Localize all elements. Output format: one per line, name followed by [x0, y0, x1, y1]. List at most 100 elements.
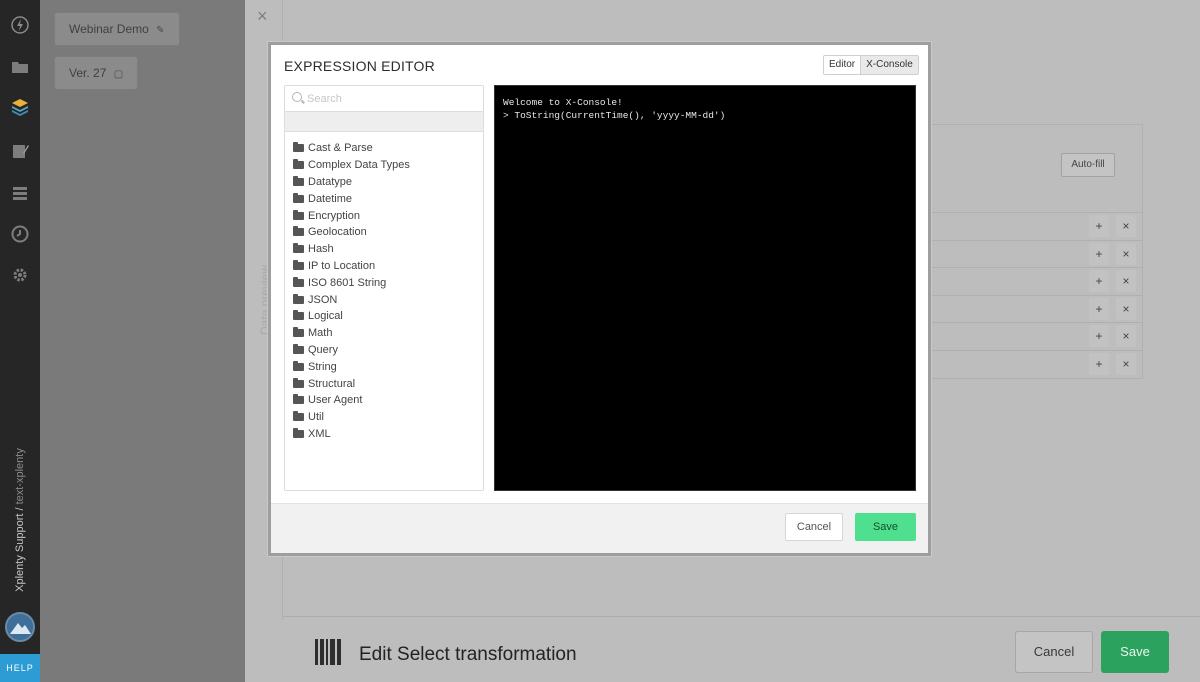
- folder-icon: [293, 226, 304, 237]
- x-console[interactable]: Welcome to X-Console! > ToString(Current…: [494, 85, 916, 491]
- list-icon[interactable]: [9, 182, 31, 204]
- package-column: Webinar Demo ✎ Ver. 27 ▢: [40, 0, 245, 682]
- list-item[interactable]: XML: [285, 426, 483, 443]
- list-item[interactable]: Structural: [285, 375, 483, 392]
- search-icon: [292, 92, 302, 102]
- list-item[interactable]: Geolocation: [285, 224, 483, 241]
- remove-row-button[interactable]: ×: [1116, 325, 1136, 347]
- gear-icon[interactable]: [9, 264, 31, 286]
- remove-row-button[interactable]: ×: [1116, 270, 1136, 292]
- select-transform-icon: [315, 639, 341, 665]
- category-label: Hash: [308, 243, 334, 256]
- modal-cancel-button[interactable]: Cancel: [785, 513, 843, 541]
- org-sub: text-xplenty: [14, 448, 26, 505]
- add-row-button[interactable]: +: [1089, 297, 1109, 320]
- save-button[interactable]: Save: [1101, 631, 1169, 673]
- list-item[interactable]: Util: [285, 409, 483, 426]
- list-item[interactable]: Encryption: [285, 207, 483, 224]
- category-label: JSON: [308, 293, 338, 306]
- tab-editor[interactable]: Editor: [824, 56, 861, 74]
- list-item[interactable]: Datatype: [285, 174, 483, 191]
- list-item[interactable]: Datetime: [285, 190, 483, 207]
- layers-icon[interactable]: [9, 96, 31, 118]
- remove-row-button[interactable]: ×: [1116, 242, 1136, 265]
- list-item[interactable]: Hash: [285, 241, 483, 258]
- category-label: Math: [308, 327, 333, 340]
- list-item[interactable]: ISO 8601 String: [285, 274, 483, 291]
- folder-icon: [293, 192, 304, 203]
- left-rail: Xplenty Support / text-xplenty HELP: [0, 0, 40, 682]
- folder-icon[interactable]: [9, 56, 31, 78]
- category-label: Encryption: [308, 209, 360, 222]
- console-line: > ToString(CurrentTime(), 'yyyy-MM-dd'): [503, 110, 726, 121]
- folder-icon: [293, 377, 304, 388]
- modal-title: EXPRESSION EDITOR: [284, 58, 435, 74]
- add-row-button[interactable]: +: [1089, 215, 1109, 237]
- folder-icon: [293, 411, 304, 422]
- package-version: Ver. 27: [69, 66, 107, 80]
- list-item[interactable]: Cast & Parse: [285, 140, 483, 157]
- category-label: IP to Location: [308, 259, 376, 272]
- folder-icon: [293, 310, 304, 321]
- category-label: Structural: [308, 377, 356, 390]
- bolt-icon[interactable]: [9, 14, 31, 36]
- folder-icon: [293, 175, 304, 186]
- list-item[interactable]: Math: [285, 325, 483, 342]
- category-label: ISO 8601 String: [308, 276, 387, 289]
- folder-icon: [293, 142, 304, 153]
- search-box: [285, 86, 483, 112]
- remove-row-button[interactable]: ×: [1116, 352, 1136, 375]
- package-name: Webinar Demo: [69, 22, 149, 36]
- category-label: Cast & Parse: [308, 142, 373, 155]
- list-item[interactable]: Query: [285, 342, 483, 359]
- list-item[interactable]: Complex Data Types: [285, 157, 483, 174]
- modal-save-button[interactable]: Save: [855, 513, 916, 541]
- add-row-button[interactable]: +: [1089, 352, 1109, 375]
- autofill-button[interactable]: Auto-fill: [1061, 153, 1115, 177]
- pencil-icon[interactable]: ✎: [156, 25, 164, 36]
- category-label: Datetime: [308, 192, 353, 205]
- add-row-button[interactable]: +: [1089, 270, 1109, 292]
- list-header: [285, 112, 483, 132]
- tab-x-console[interactable]: X-Console: [860, 56, 918, 74]
- category-label: Logical: [308, 310, 343, 323]
- category-list: Cast & Parse Complex Data Types Datatype Da…: [285, 132, 483, 442]
- org-name: Xplenty Support /: [14, 507, 26, 592]
- category-label: User Agent: [308, 394, 363, 407]
- mode-toggle: Editor X-Console: [823, 55, 919, 75]
- category-label: Datatype: [308, 175, 353, 188]
- expression-editor-modal: EXPRESSION EDITOR Editor X-Console Cast …: [268, 42, 931, 556]
- remove-row-button[interactable]: ×: [1116, 297, 1136, 320]
- folder-icon: [293, 394, 304, 405]
- list-item[interactable]: Logical: [285, 308, 483, 325]
- org-label[interactable]: Xplenty Support / text-xplenty: [2, 430, 38, 610]
- copy-icon[interactable]: ▢: [114, 69, 123, 80]
- help-button[interactable]: HELP: [0, 654, 40, 682]
- avatar[interactable]: [5, 612, 35, 642]
- category-label: Geolocation: [308, 226, 367, 239]
- list-item[interactable]: IP to Location: [285, 258, 483, 275]
- edit-icon[interactable]: [9, 140, 31, 162]
- folder-icon: [293, 276, 304, 287]
- clock-icon[interactable]: [9, 223, 31, 245]
- search-input[interactable]: [307, 89, 477, 108]
- folder-icon: [293, 209, 304, 220]
- list-item[interactable]: String: [285, 358, 483, 375]
- function-list: Cast & Parse Complex Data Types Datatype Da…: [284, 85, 484, 491]
- cancel-button[interactable]: Cancel: [1015, 631, 1093, 673]
- version-chip[interactable]: Ver. 27 ▢: [54, 56, 139, 90]
- list-item[interactable]: User Agent: [285, 392, 483, 409]
- add-row-button[interactable]: +: [1089, 325, 1109, 347]
- list-item[interactable]: JSON: [285, 291, 483, 308]
- folder-icon: [293, 360, 304, 371]
- folder-icon: [293, 293, 304, 304]
- page-title: Edit Select transformation: [359, 644, 577, 665]
- close-icon[interactable]: ×: [257, 6, 268, 27]
- add-row-button[interactable]: +: [1089, 242, 1109, 265]
- package-name-chip[interactable]: Webinar Demo ✎: [54, 12, 180, 46]
- folder-icon: [293, 343, 304, 354]
- folder-icon: [293, 427, 304, 438]
- remove-row-button[interactable]: ×: [1116, 215, 1136, 237]
- footer-bar: Edit Select transformation Cancel Save: [283, 616, 1200, 682]
- category-label: Complex Data Types: [308, 159, 410, 172]
